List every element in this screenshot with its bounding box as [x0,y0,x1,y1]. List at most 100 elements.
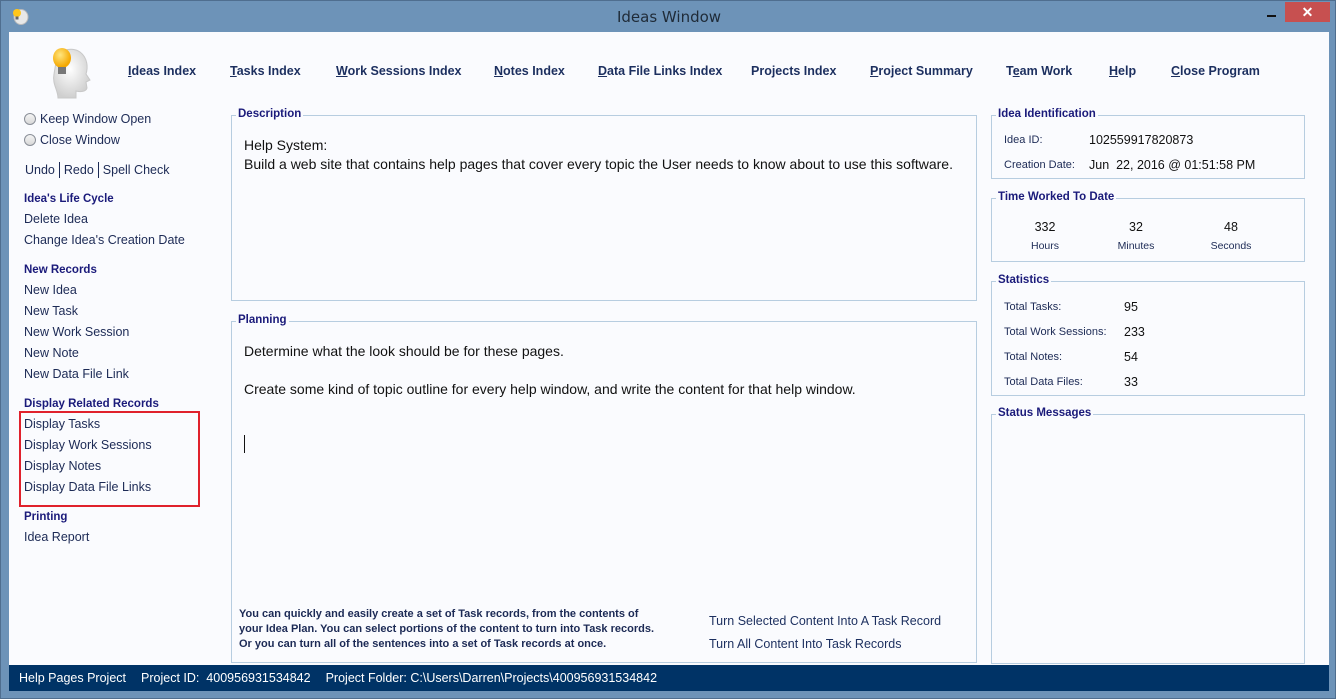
section-heading-printing: Printing [24,511,68,523]
stat-value: 95 [1124,300,1138,314]
nav-team-work[interactable]: Team Work [1006,64,1072,78]
client-area: Ideas Index Tasks Index Work Sessions In… [9,32,1329,665]
idea-id-value: 102559917820873 [1089,133,1194,147]
display-tasks-link[interactable]: Display Tasks [24,417,100,431]
stat-label: Total Work Sessions: [1004,326,1107,338]
status-messages-box: Status Messages [991,407,1305,664]
description-label: Description [236,108,304,120]
display-notes-link[interactable]: Display Notes [24,459,101,473]
turn-all-content-link[interactable]: Turn All Content Into Task Records [709,637,901,651]
new-work-session-link[interactable]: New Work Session [24,325,129,339]
edit-actions: Undo Redo Spell Check [25,162,169,178]
planning-line-2: Create some kind of topic outline for ev… [244,381,856,397]
delete-idea-link[interactable]: Delete Idea [24,212,88,226]
radio-icon [24,134,36,146]
project-name: Help Pages Project [19,671,127,685]
minutes-value: 32 [1129,220,1143,234]
planning-info-line-1: You can quickly and easily create a set … [239,608,639,620]
project-folder: Project Folder: C:\Users\Darren\Projects… [325,671,658,685]
section-heading-new-records: New Records [24,264,97,276]
divider [97,162,99,178]
idea-identification-label: Idea Identification [996,108,1098,120]
mnemonic-letter: T [230,64,237,78]
seconds-label: Seconds [1210,240,1252,252]
description-line-2: Build a web site that contains help page… [244,156,953,172]
time-worked-label: Time Worked To Date [996,191,1117,203]
nav-projects-index[interactable]: Projects Index [751,64,836,78]
nav-project-summary[interactable]: Project Summary [870,64,973,78]
redo-button[interactable]: Redo [64,163,94,177]
mnemonic-letter: e [1012,64,1020,78]
stat-value: 33 [1124,375,1138,389]
mnemonic-letter: W [336,64,348,78]
close-window-label: Close Window [40,133,120,147]
stat-label: Total Notes: [1004,351,1063,363]
mnemonic-letter: N [494,64,504,78]
description-box[interactable]: Description Help System: Build a web sit… [231,108,977,301]
planning-line-1: Determine what the look should be for th… [244,343,564,359]
status-messages-label: Status Messages [996,407,1094,419]
divider [58,162,60,178]
new-data-file-link-link[interactable]: New Data File Link [24,367,129,381]
nav-tasks-index[interactable]: Tasks Index [230,64,301,78]
creation-date-value: Jun 22, 2016 @ 01:51:58 PM [1089,158,1256,172]
nav-ideas-index[interactable]: Ideas Index [128,64,196,78]
nav-data-file-links-index[interactable]: Data File Links Index [598,64,722,78]
idea-identification-box: Idea Identification Idea ID: 10255991782… [991,108,1305,179]
title-bar[interactable]: Ideas Window ✕ [1,1,1336,32]
minimize-icon [1266,15,1276,17]
ideas-window: Ideas Window ✕ Ideas Index Tasks Index W… [0,0,1336,699]
display-work-sessions-link[interactable]: Display Work Sessions [24,438,152,452]
planning-info-line-2: your Idea Plan. You can select portions … [239,623,655,635]
planning-info-line-3: Or you can turn all of the sentences int… [239,638,607,650]
section-heading-display-related: Display Related Records [24,398,159,410]
new-task-link[interactable]: New Task [24,304,78,318]
radio-icon [24,113,36,125]
description-line-1: Help System: [244,137,328,153]
mnemonic-letter: D [598,64,608,78]
planning-box[interactable]: Planning Determine what the look should … [231,314,977,663]
close-window-radio[interactable]: Close Window [24,133,120,147]
undo-button[interactable]: Undo [25,163,55,177]
keep-window-open-radio[interactable]: Keep Window Open [24,112,151,126]
change-creation-date-link[interactable]: Change Idea's Creation Date [24,233,185,247]
minimize-button[interactable] [1257,2,1285,22]
idea-report-link[interactable]: Idea Report [24,530,89,544]
mnemonic-letter: I [128,64,132,78]
spell-check-button[interactable]: Spell Check [103,163,170,177]
close-button[interactable]: ✕ [1285,2,1330,22]
status-bar: Help Pages Project Project ID: 400956931… [9,665,1329,691]
nav-work-sessions-index[interactable]: Work Sessions Index [336,64,462,78]
seconds-value: 48 [1224,220,1238,234]
time-worked-box: Time Worked To Date 332 Hours 32 Minutes… [991,191,1305,262]
project-id: Project ID: 400956931534842 [141,671,311,685]
ideas-logo-icon [53,48,91,99]
mnemonic-letter: H [1109,64,1119,78]
nav-help[interactable]: Help [1109,64,1136,78]
nav-notes-index[interactable]: Notes Index [494,64,565,78]
mnemonic-letter: C [1171,64,1181,78]
statistics-label: Statistics [996,274,1052,286]
idea-id-label: Idea ID: [1004,134,1043,146]
text-caret [244,435,245,453]
stat-value: 233 [1124,325,1145,339]
nav-close-program[interactable]: Close Program [1171,64,1260,78]
stat-label: Total Data Files: [1004,376,1083,388]
stat-label: Total Tasks: [1004,301,1062,313]
stat-value: 54 [1124,350,1138,364]
hours-label: Hours [1030,240,1059,252]
creation-date-label: Creation Date: [1004,159,1075,171]
close-icon: ✕ [1301,3,1314,20]
new-note-link[interactable]: New Note [24,346,79,360]
mnemonic-letter: P [870,64,879,78]
planning-label: Planning [236,314,289,326]
new-idea-link[interactable]: New Idea [24,283,77,297]
section-heading-life-cycle: Idea's Life Cycle [24,193,114,205]
minutes-label: Minutes [1117,240,1155,252]
keep-window-open-label: Keep Window Open [40,112,152,126]
hours-value: 332 [1034,220,1056,234]
turn-selected-content-link[interactable]: Turn Selected Content Into A Task Record [709,614,941,628]
window-title: Ideas Window [616,8,722,26]
display-data-file-links-link[interactable]: Display Data File Links [24,480,151,494]
statistics-box: Statistics Total Tasks: 95 Total Work Se… [991,274,1305,396]
